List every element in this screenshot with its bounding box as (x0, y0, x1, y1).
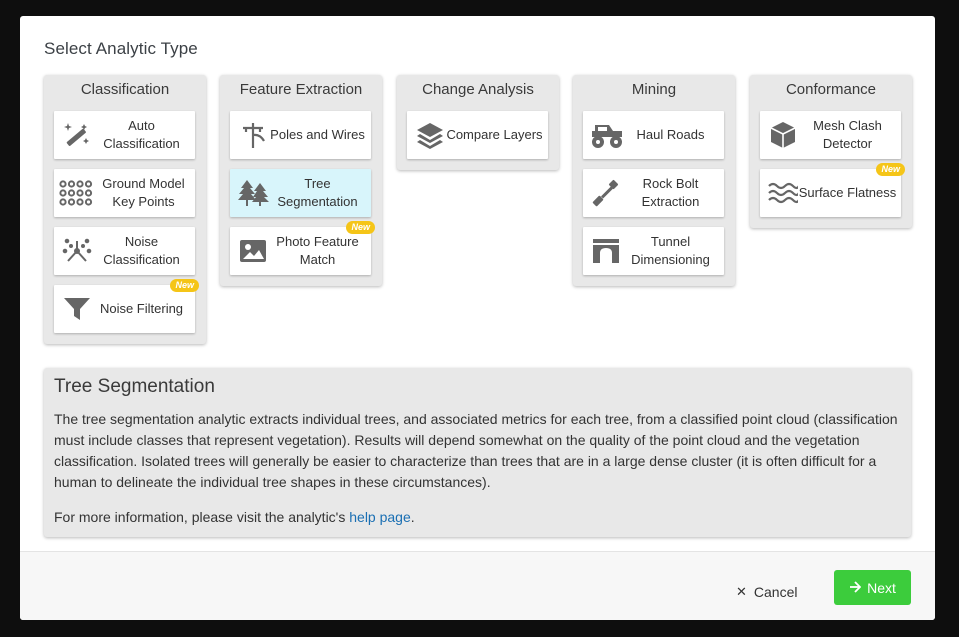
new-badge: New (170, 279, 199, 292)
card-haul-roads[interactable]: Haul Roads (583, 111, 724, 159)
card-noise-filtering[interactable]: Noise Filtering New (54, 279, 199, 333)
info-title: Tree Segmentation (54, 376, 215, 397)
column-title: Classification (80, 81, 170, 98)
magic-wand-icon (62, 121, 92, 149)
card-label: Auto Classification (103, 118, 180, 151)
card-label: Noise Filtering (99, 301, 184, 316)
cancel-button[interactable]: ✕ Cancel (736, 576, 798, 608)
column-mining: Mining Haul Roads Rock Bolt Extraction T… (573, 75, 735, 286)
card-rock-bolt-extraction[interactable]: Rock Bolt Extraction (583, 169, 724, 217)
column-title: Conformance (785, 81, 877, 98)
close-icon: ✕ (736, 584, 747, 599)
column-classification: Classification Auto Classification Groun… (44, 75, 206, 344)
layers-icon (415, 121, 445, 149)
column-change-analysis: Change Analysis Compare Layers (397, 75, 559, 170)
cube-icon (768, 121, 798, 149)
new-badge: New (876, 163, 905, 176)
cancel-label: Cancel (753, 584, 798, 600)
card-label: Tree Segmentation (277, 176, 358, 209)
card-label: Tunnel Dimensioning (631, 234, 710, 267)
card-label: Poles and Wires (270, 127, 365, 142)
column-title: Change Analysis (422, 81, 534, 98)
card-label: Haul Roads (636, 127, 705, 142)
card-label: Compare Layers (446, 127, 543, 142)
new-badge: New (346, 221, 375, 234)
card-auto-classification[interactable]: Auto Classification (54, 111, 195, 159)
card-noise-classification[interactable]: Noise Classification (54, 227, 195, 275)
card-label: Rock Bolt Extraction (641, 176, 700, 209)
scatter-icon (62, 237, 92, 265)
help-page-link[interactable]: help page (349, 509, 411, 525)
card-surface-flatness[interactable]: Surface Flatness New (760, 163, 905, 217)
column-conformance: Conformance Mesh Clash Detector Surface … (750, 75, 912, 228)
info-description: The tree segmentation analytic extracts … (54, 411, 898, 490)
card-label: Noise Classification (103, 234, 180, 267)
card-label: Surface Flatness (798, 185, 897, 200)
utility-pole-icon (238, 121, 268, 149)
funnel-icon (62, 295, 92, 323)
column-feature-extraction: Feature Extraction Poles and Wires Tree … (220, 75, 382, 286)
dot-grid-icon (58, 179, 94, 207)
tunnel-icon (591, 237, 621, 265)
waves-icon (768, 179, 798, 207)
card-ground-model-key-points[interactable]: Ground Model Key Points (54, 169, 195, 217)
next-button[interactable]: Next (834, 570, 911, 605)
card-mesh-clash-detector[interactable]: Mesh Clash Detector (760, 111, 901, 159)
card-label: Photo Feature Match (276, 234, 359, 267)
info-more: For more information, please visit the a… (54, 509, 415, 525)
column-title: Mining (631, 81, 677, 98)
more-suffix: . (410, 509, 415, 525)
next-label: Next (867, 579, 896, 596)
bolt-icon (591, 179, 621, 207)
image-icon (238, 237, 268, 265)
card-photo-feature-match[interactable]: Photo Feature Match New (230, 221, 375, 275)
arrow-right-icon (849, 580, 862, 596)
more-prefix: For more information, please visit the a… (54, 509, 350, 525)
select-analytic-dialog: Select Analytic Type Classification Auto… (20, 16, 935, 620)
dialog-footer: ✕ Cancel Next (20, 551, 935, 620)
column-title: Feature Extraction (239, 81, 363, 98)
card-label: Ground Model Key Points (102, 176, 185, 209)
card-label: Mesh Clash Detector (813, 118, 882, 151)
card-poles-and-wires[interactable]: Poles and Wires (230, 111, 371, 159)
card-tree-segmentation[interactable]: Tree Segmentation (230, 169, 371, 217)
trees-icon (236, 179, 270, 207)
card-compare-layers[interactable]: Compare Layers (407, 111, 548, 159)
monster-truck-icon (589, 121, 625, 149)
card-tunnel-dimensioning[interactable]: Tunnel Dimensioning (583, 227, 724, 275)
analytic-info-panel: Tree Segmentation The tree segmentation … (44, 368, 911, 537)
dialog-title: Select Analytic Type (44, 39, 198, 58)
